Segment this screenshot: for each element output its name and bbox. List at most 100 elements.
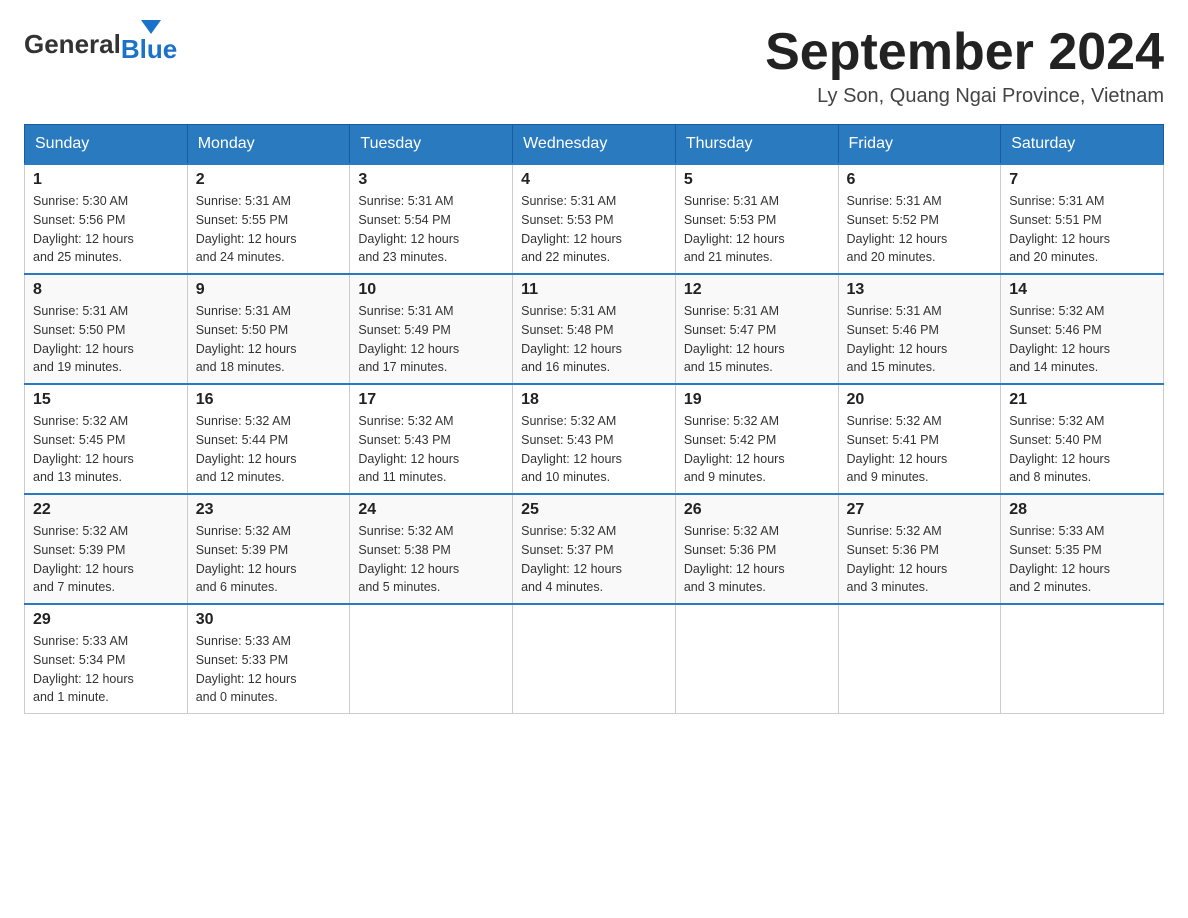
page-header: General Blue September 2024 Ly Son, Quan… <box>24 24 1164 108</box>
calendar-cell: 17 Sunrise: 5:32 AMSunset: 5:43 PMDayligh… <box>350 384 513 494</box>
day-info: Sunrise: 5:32 AMSunset: 5:42 PMDaylight:… <box>684 412 830 487</box>
day-info: Sunrise: 5:33 AMSunset: 5:35 PMDaylight:… <box>1009 522 1155 597</box>
location-title: Ly Son, Quang Ngai Province, Vietnam <box>765 85 1164 108</box>
day-info: Sunrise: 5:32 AMSunset: 5:39 PMDaylight:… <box>196 522 342 597</box>
logo-blue-text: Blue <box>121 34 177 65</box>
calendar-cell <box>513 604 676 714</box>
day-info: Sunrise: 5:32 AMSunset: 5:37 PMDaylight:… <box>521 522 667 597</box>
calendar-cell <box>350 604 513 714</box>
day-number: 1 <box>33 171 179 189</box>
calendar-cell: 19 Sunrise: 5:32 AMSunset: 5:42 PMDayligh… <box>675 384 838 494</box>
day-info: Sunrise: 5:31 AMSunset: 5:47 PMDaylight:… <box>684 302 830 377</box>
month-title: September 2024 <box>765 24 1164 81</box>
day-info: Sunrise: 5:32 AMSunset: 5:36 PMDaylight:… <box>847 522 993 597</box>
day-number: 27 <box>847 501 993 519</box>
day-number: 19 <box>684 391 830 409</box>
day-number: 29 <box>33 611 179 629</box>
day-info: Sunrise: 5:32 AMSunset: 5:43 PMDaylight:… <box>358 412 504 487</box>
logo-arrow-icon <box>141 20 161 34</box>
day-number: 5 <box>684 171 830 189</box>
day-number: 6 <box>847 171 993 189</box>
day-info: Sunrise: 5:32 AMSunset: 5:41 PMDaylight:… <box>847 412 993 487</box>
calendar-cell: 18Sunrise: 5:32 AMSunset: 5:43 PMDayligh… <box>513 384 676 494</box>
day-number: 8 <box>33 281 179 299</box>
week-row-5: 29 Sunrise: 5:33 AMSunset: 5:34 PMDayligh… <box>25 604 1164 714</box>
day-number: 22 <box>33 501 179 519</box>
calendar-cell: 23 Sunrise: 5:32 AMSunset: 5:39 PMDayligh… <box>187 494 350 604</box>
calendar-cell: 21 Sunrise: 5:32 AMSunset: 5:40 PMDayligh… <box>1001 384 1164 494</box>
calendar-cell: 30Sunrise: 5:33 AMSunset: 5:33 PMDayligh… <box>187 604 350 714</box>
calendar-cell: 28 Sunrise: 5:33 AMSunset: 5:35 PMDayligh… <box>1001 494 1164 604</box>
day-number: 23 <box>196 501 342 519</box>
calendar-cell: 12Sunrise: 5:31 AMSunset: 5:47 PMDayligh… <box>675 274 838 384</box>
calendar-cell: 27 Sunrise: 5:32 AMSunset: 5:36 PMDayligh… <box>838 494 1001 604</box>
calendar-cell: 7Sunrise: 5:31 AMSunset: 5:51 PMDaylight… <box>1001 164 1164 274</box>
day-number: 10 <box>358 281 504 299</box>
day-info: Sunrise: 5:33 AMSunset: 5:33 PMDaylight:… <box>196 632 342 707</box>
day-info: Sunrise: 5:31 AMSunset: 5:55 PMDaylight:… <box>196 192 342 267</box>
calendar-cell: 5Sunrise: 5:31 AMSunset: 5:53 PMDaylight… <box>675 164 838 274</box>
week-row-4: 22 Sunrise: 5:32 AMSunset: 5:39 PMDayligh… <box>25 494 1164 604</box>
day-info: Sunrise: 5:33 AMSunset: 5:34 PMDaylight:… <box>33 632 179 707</box>
day-info: Sunrise: 5:31 AMSunset: 5:48 PMDaylight:… <box>521 302 667 377</box>
calendar-cell: 6Sunrise: 5:31 AMSunset: 5:52 PMDaylight… <box>838 164 1001 274</box>
weekday-header-row: SundayMondayTuesdayWednesdayThursdayFrid… <box>25 125 1164 165</box>
day-number: 11 <box>521 281 667 299</box>
weekday-header-wednesday: Wednesday <box>513 125 676 165</box>
week-row-1: 1 Sunrise: 5:30 AMSunset: 5:56 PMDaylight… <box>25 164 1164 274</box>
day-number: 2 <box>196 171 342 189</box>
day-number: 21 <box>1009 391 1155 409</box>
day-info: Sunrise: 5:31 AMSunset: 5:54 PMDaylight:… <box>358 192 504 267</box>
calendar-cell <box>675 604 838 714</box>
day-info: Sunrise: 5:32 AMSunset: 5:45 PMDaylight:… <box>33 412 179 487</box>
day-info: Sunrise: 5:32 AMSunset: 5:46 PMDaylight:… <box>1009 302 1155 377</box>
day-number: 25 <box>521 501 667 519</box>
day-info: Sunrise: 5:31 AMSunset: 5:53 PMDaylight:… <box>521 192 667 267</box>
weekday-header-monday: Monday <box>187 125 350 165</box>
day-number: 20 <box>847 391 993 409</box>
calendar-cell: 9 Sunrise: 5:31 AMSunset: 5:50 PMDaylight… <box>187 274 350 384</box>
day-number: 4 <box>521 171 667 189</box>
calendar-cell: 16Sunrise: 5:32 AMSunset: 5:44 PMDayligh… <box>187 384 350 494</box>
week-row-3: 15Sunrise: 5:32 AMSunset: 5:45 PMDayligh… <box>25 384 1164 494</box>
day-info: Sunrise: 5:30 AMSunset: 5:56 PMDaylight:… <box>33 192 179 267</box>
calendar-cell: 15Sunrise: 5:32 AMSunset: 5:45 PMDayligh… <box>25 384 188 494</box>
day-info: Sunrise: 5:32 AMSunset: 5:38 PMDaylight:… <box>358 522 504 597</box>
calendar-cell: 1 Sunrise: 5:30 AMSunset: 5:56 PMDaylight… <box>25 164 188 274</box>
calendar-cell: 14 Sunrise: 5:32 AMSunset: 5:46 PMDayligh… <box>1001 274 1164 384</box>
day-info: Sunrise: 5:31 AMSunset: 5:49 PMDaylight:… <box>358 302 504 377</box>
calendar-cell: 26Sunrise: 5:32 AMSunset: 5:36 PMDayligh… <box>675 494 838 604</box>
day-number: 13 <box>847 281 993 299</box>
weekday-header-tuesday: Tuesday <box>350 125 513 165</box>
day-info: Sunrise: 5:32 AMSunset: 5:40 PMDaylight:… <box>1009 412 1155 487</box>
day-info: Sunrise: 5:31 AMSunset: 5:46 PMDaylight:… <box>847 302 993 377</box>
day-number: 9 <box>196 281 342 299</box>
day-info: Sunrise: 5:32 AMSunset: 5:36 PMDaylight:… <box>684 522 830 597</box>
day-number: 24 <box>358 501 504 519</box>
calendar-cell: 10 Sunrise: 5:31 AMSunset: 5:49 PMDayligh… <box>350 274 513 384</box>
calendar-cell: 20 Sunrise: 5:32 AMSunset: 5:41 PMDayligh… <box>838 384 1001 494</box>
calendar-cell: 22 Sunrise: 5:32 AMSunset: 5:39 PMDayligh… <box>25 494 188 604</box>
calendar-cell: 29 Sunrise: 5:33 AMSunset: 5:34 PMDayligh… <box>25 604 188 714</box>
weekday-header-thursday: Thursday <box>675 125 838 165</box>
day-number: 7 <box>1009 171 1155 189</box>
day-info: Sunrise: 5:32 AMSunset: 5:44 PMDaylight:… <box>196 412 342 487</box>
day-info: Sunrise: 5:32 AMSunset: 5:39 PMDaylight:… <box>33 522 179 597</box>
calendar-cell <box>1001 604 1164 714</box>
logo-general-text: General <box>24 29 121 60</box>
calendar-cell <box>838 604 1001 714</box>
weekday-header-sunday: Sunday <box>25 125 188 165</box>
day-number: 14 <box>1009 281 1155 299</box>
weekday-header-friday: Friday <box>838 125 1001 165</box>
calendar-cell: 8Sunrise: 5:31 AMSunset: 5:50 PMDaylight… <box>25 274 188 384</box>
logo: General Blue <box>24 24 177 65</box>
weekday-header-saturday: Saturday <box>1001 125 1164 165</box>
calendar-cell: 25 Sunrise: 5:32 AMSunset: 5:37 PMDayligh… <box>513 494 676 604</box>
calendar-table: SundayMondayTuesdayWednesdayThursdayFrid… <box>24 124 1164 714</box>
day-number: 17 <box>358 391 504 409</box>
calendar-cell: 13 Sunrise: 5:31 AMSunset: 5:46 PMDayligh… <box>838 274 1001 384</box>
day-number: 28 <box>1009 501 1155 519</box>
calendar-cell: 24 Sunrise: 5:32 AMSunset: 5:38 PMDayligh… <box>350 494 513 604</box>
day-info: Sunrise: 5:31 AMSunset: 5:50 PMDaylight:… <box>196 302 342 377</box>
day-number: 18 <box>521 391 667 409</box>
